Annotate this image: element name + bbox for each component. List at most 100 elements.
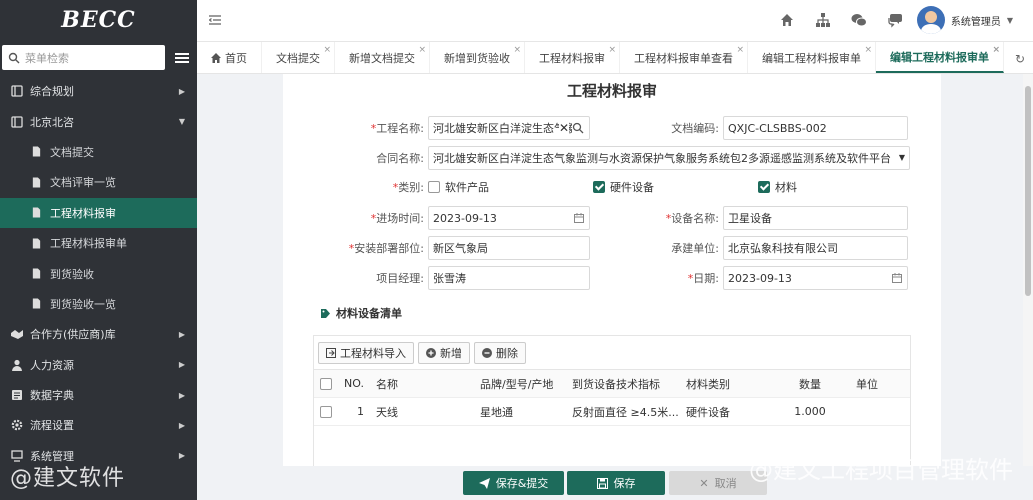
sidebar-item-label: 合作方(供应商)库 [30, 328, 116, 342]
sidebar-item-label: 到货验收 [50, 267, 94, 281]
tab[interactable]: 文档提交 × [262, 42, 335, 73]
doc-code-field[interactable]: QXJC-CLSBBS-002 [723, 116, 908, 140]
doc-code-value: QXJC-CLSBBS-002 [728, 121, 827, 135]
sidebar-item[interactable]: 到货验收 [0, 258, 197, 288]
add-button[interactable]: 新增 [418, 341, 470, 364]
import-materials-button[interactable]: 工程材料导入 [318, 341, 414, 364]
tab-label: 新增文档提交 [349, 51, 415, 65]
section-title-text: 材料设备清单 [336, 307, 402, 320]
save-button[interactable]: 保存 [567, 471, 665, 495]
save-submit-button[interactable]: 保存&提交 [463, 471, 564, 495]
import-icon [326, 347, 336, 358]
refresh-icon[interactable]: ↻ [1015, 52, 1025, 66]
sidebar-item[interactable]: 文档评审一览 [0, 167, 197, 197]
menu-search-row: 菜单检索 [0, 40, 197, 76]
column-header: 品牌/型号/产地 [480, 377, 554, 391]
sidebar-item[interactable]: 到货验收一览 [0, 289, 197, 319]
chevron-down-icon: ▼ [178, 117, 185, 127]
doc-icon [30, 176, 43, 189]
install-dept-label: *安装部署部位: [283, 240, 428, 256]
close-tab-icon[interactable]: × [323, 45, 331, 55]
cell-category: 硬件设备 [686, 405, 730, 419]
select-all-checkbox[interactable] [320, 377, 332, 390]
sidebar-nav: 综合规划 ▶ 北京北咨 ▼ 文档提交文档评审一览 工程材料报审工程材料报审单 到货验收到货验… [0, 76, 197, 471]
org-chart-icon[interactable] [815, 12, 831, 28]
sidebar-item[interactable]: 合作方(供应商)库 ▶ [0, 319, 197, 349]
tab-label: 工程材料报审单查看 [634, 51, 733, 65]
contractor-field[interactable]: 北京弘象科技有限公司 [723, 236, 908, 260]
contract-select[interactable]: 河北雄安新区白洋淀生态气象监测与水资源保护气象服务系统包2多源遥感监测系统及软件… [428, 146, 910, 170]
close-tab-icon[interactable]: × [608, 45, 616, 55]
sidebar-item[interactable]: 数据字典 ▶ [0, 380, 197, 410]
entry-time-label-text: 进场时间: [376, 212, 424, 225]
close-tab-icon[interactable]: × [992, 45, 1000, 55]
sidebar-item[interactable]: 工程材料报审单 [0, 228, 197, 258]
search-icon[interactable] [572, 122, 584, 134]
delete-button[interactable]: 删除 [474, 341, 526, 364]
calendar-icon[interactable] [892, 273, 902, 283]
tab[interactable]: 工程材料报审 × [525, 42, 620, 73]
contract-label: 合同名称: [376, 152, 424, 165]
category-hardware-checkbox[interactable]: 硬件设备 [593, 179, 654, 195]
tag-icon [321, 308, 330, 318]
home-icon[interactable] [779, 12, 795, 28]
doc-icon [30, 206, 43, 219]
sidebar-item[interactable]: 工程材料报审 [0, 197, 197, 228]
delete-button-label: 删除 [496, 346, 518, 360]
entry-time-field[interactable]: 2023-09-13 [428, 206, 590, 230]
device-name-field[interactable]: 卫星设备 [723, 206, 908, 230]
tab-home[interactable]: 首页 [197, 42, 262, 73]
category-material-checkbox[interactable]: 材料 [758, 179, 797, 195]
user-menu[interactable]: 系统管理员 ▼ [916, 6, 1013, 34]
date-field[interactable]: 2023-09-13 [723, 266, 908, 290]
calendar-icon[interactable] [574, 213, 584, 223]
tab[interactable]: 工程材料报审单查看 × [620, 42, 748, 73]
device-name-label-text: 设备名称: [671, 212, 719, 225]
close-tab-icon[interactable]: × [513, 45, 521, 55]
install-dept-field[interactable]: 新区气象局 [428, 236, 590, 260]
menu-list-toggle-icon[interactable] [171, 47, 193, 69]
table-header: NO. 名称 品牌/型号/产地 到货设备技术指标 材料类别 数量 单位 [314, 370, 910, 398]
project-name-field[interactable]: 河北雄安新区白洋淀生态气象 ✕ [428, 116, 590, 140]
sidebar-item-label: 文档提交 [50, 145, 94, 159]
doc-icon [30, 297, 43, 310]
sidebar-item[interactable]: 综合规划 ▶ [0, 76, 197, 106]
close-icon: ✕ [699, 476, 709, 490]
clear-icon[interactable]: ✕ [558, 121, 569, 135]
sidebar-item[interactable]: 人力资源 ▶ [0, 350, 197, 380]
logo[interactable]: BECC [0, 0, 197, 40]
form-footer: 保存&提交 保存 ✕ 取消 @建文工程项目管理软件 [197, 456, 1033, 500]
sidebar-item[interactable]: 北京北咨 ▼ [0, 106, 197, 136]
checkbox-box [428, 181, 440, 193]
save-submit-label: 保存&提交 [495, 477, 549, 490]
close-tab-icon[interactable]: × [864, 45, 872, 55]
sidebar-item-label: 北京北咨 [30, 115, 74, 129]
menu-search-input[interactable]: 菜单检索 [2, 45, 165, 70]
tab[interactable]: 新增文档提交 × [335, 42, 430, 73]
tab[interactable]: 编辑工程材料报审单 × [876, 42, 1004, 73]
content-scrollbar[interactable] [1023, 74, 1033, 466]
row-install-dept: *安装部署部位: 新区气象局 [283, 236, 590, 260]
table-row[interactable]: 1 天线 星地通 反射面直径 ≥4.5米... 硬件设备 1.000 [314, 398, 910, 426]
wechat-icon[interactable] [851, 12, 867, 28]
scrollbar-thumb[interactable] [1025, 86, 1031, 296]
sidebar-item[interactable]: 流程设置 ▶ [0, 410, 197, 440]
close-tab-icon[interactable]: × [736, 45, 744, 55]
add-button-label: 新增 [440, 346, 462, 360]
category-software-checkbox[interactable]: 软件产品 [428, 179, 489, 195]
close-tab-icon[interactable]: × [418, 45, 426, 55]
row-date: *日期: 2023-09-13 [613, 266, 908, 290]
collapse-sidebar-icon[interactable] [209, 14, 221, 26]
pm-field[interactable]: 张雪涛 [428, 266, 590, 290]
chat-icon[interactable] [887, 12, 903, 28]
sidebar-item-label: 人力资源 [30, 358, 74, 372]
chevron-right-icon: ▶ [178, 360, 185, 370]
sidebar-item-label: 工程材料报审单 [50, 237, 127, 251]
chevron-right-icon: ▶ [178, 420, 185, 430]
sidebar-item[interactable]: 文档提交 [0, 137, 197, 167]
tab[interactable]: 编辑工程材料报审单 × [748, 42, 876, 73]
form-card: 工程材料报审 *工程名称: 河北雄安新区白洋淀生态气象 ✕ 文档编码: QXJC… [283, 74, 941, 466]
avatar [916, 6, 945, 34]
tab[interactable]: 新增到货验收 × [430, 42, 525, 73]
row-checkbox[interactable] [320, 405, 332, 418]
